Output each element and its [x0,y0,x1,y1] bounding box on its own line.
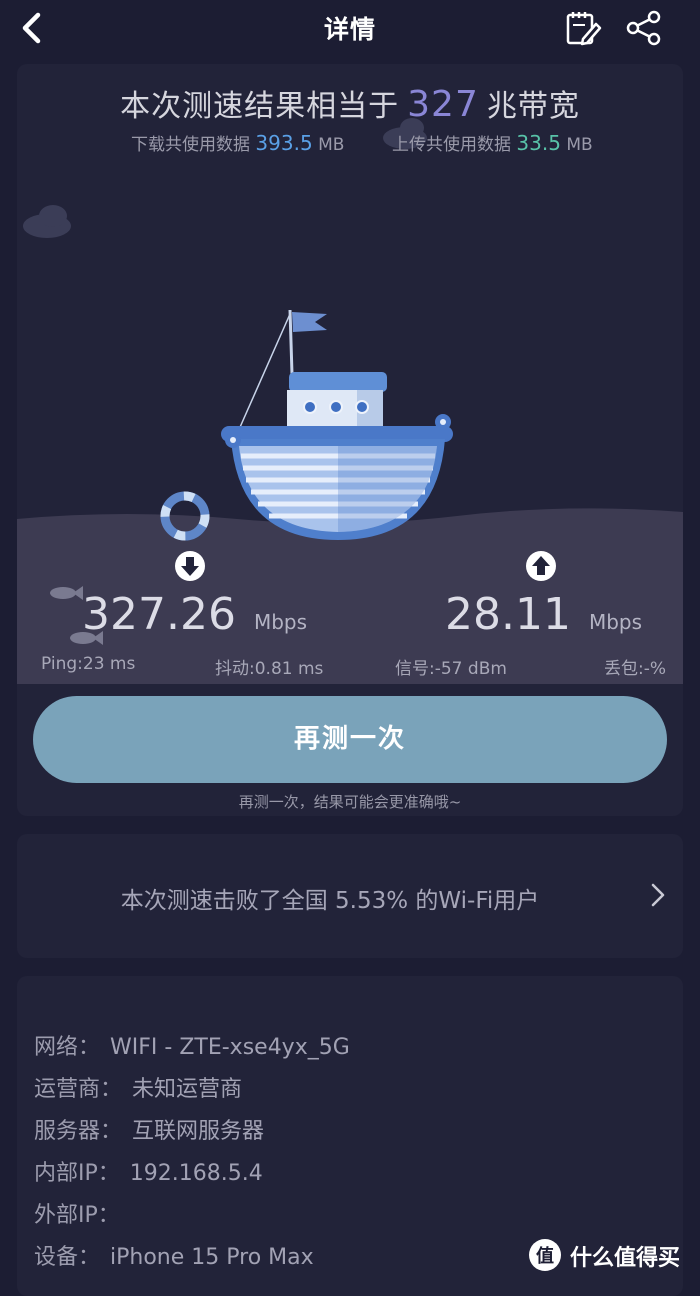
jitter-metric: 抖动:0.81 ms [215,659,324,679]
upload-speed-unit: Mbps [588,610,643,634]
upload-speed: 28.11 Mbps [445,589,642,640]
info-key: 设备： [34,1245,101,1270]
share-icon[interactable] [625,9,663,47]
upload-data-usage: 上传共使用数据 33.5 MB [392,130,593,155]
retest-button[interactable]: 再测一次 [33,696,667,783]
watermark-logo-glyph: 值 [536,1245,554,1267]
headline-bandwidth-value: 327 [407,84,479,125]
info-row-network: 网络： WIFI - ZTE-xse4yx_5G [34,1029,350,1061]
info-value: 192.168.5.4 [129,1161,263,1186]
download-data-label: 下载共使用数据 [131,135,250,155]
chevron-right-icon [651,883,665,907]
info-row-external-ip: 外部IP： [34,1197,130,1229]
rank-text: 本次测速击败了全国 5.53% 的Wi-Fi用户 [120,888,540,914]
info-row-server: 服务器： 互联网服务器 [34,1113,264,1145]
ping-metric: Ping:23 ms [41,654,136,674]
info-key: 内部IP： [34,1161,120,1186]
watermark-text: 什么值得买 [570,1246,681,1271]
headline-suffix: 兆带宽 [486,89,580,124]
info-value: 未知运营商 [132,1077,243,1102]
download-speed-value: 327.26 [82,589,236,640]
info-value: 互联网服务器 [132,1119,265,1144]
info-key: 服务器： [34,1119,123,1144]
download-arrow-icon [175,551,205,581]
retest-hint: 再测一次，结果可能会更准确哦~ [238,793,462,811]
edit-icon[interactable] [563,8,603,48]
upload-data-label: 上传共使用数据 [392,135,511,155]
top-bar: 详情 [0,0,700,56]
info-value: WIFI - ZTE-xse4yx_5G [110,1035,350,1060]
info-value: iPhone 15 Pro Max [110,1245,314,1270]
info-row-internal-ip: 内部IP： 192.168.5.4 [34,1155,263,1187]
upload-speed-value: 28.11 [445,589,571,640]
cloud-icon [23,205,71,238]
upload-data-value: 33.5 [516,131,561,155]
upload-data-unit: MB [566,135,593,155]
download-speed: 327.26 Mbps [82,589,307,640]
info-row-device: 设备： iPhone 15 Pro Max [34,1239,314,1271]
download-data-usage: 下载共使用数据 393.5 MB [131,130,344,155]
result-headline: 本次测速结果相当于 327 兆带宽 [17,81,683,125]
download-data-unit: MB [318,135,345,155]
signal-metric: 信号:-57 dBm [395,659,507,679]
packet-loss-metric: 丢包:-% [604,659,667,679]
result-card: 本次测速结果相当于 327 兆带宽 下载共使用数据 393.5 MB 上传共使用数据… [17,64,683,816]
headline-prefix: 本次测速结果相当于 [120,89,400,124]
rank-card[interactable]: 本次测速击败了全国 5.53% 的Wi-Fi用户 [17,834,683,958]
upload-arrow-icon [526,551,556,581]
info-key: 外部IP： [34,1203,120,1228]
download-speed-unit: Mbps [253,610,308,634]
info-key: 网络： [34,1035,101,1060]
download-data-value: 393.5 [255,131,313,155]
info-row-carrier: 运营商： 未知运营商 [34,1071,242,1103]
boat-illustration [221,309,453,540]
info-key: 运营商： [34,1077,123,1102]
